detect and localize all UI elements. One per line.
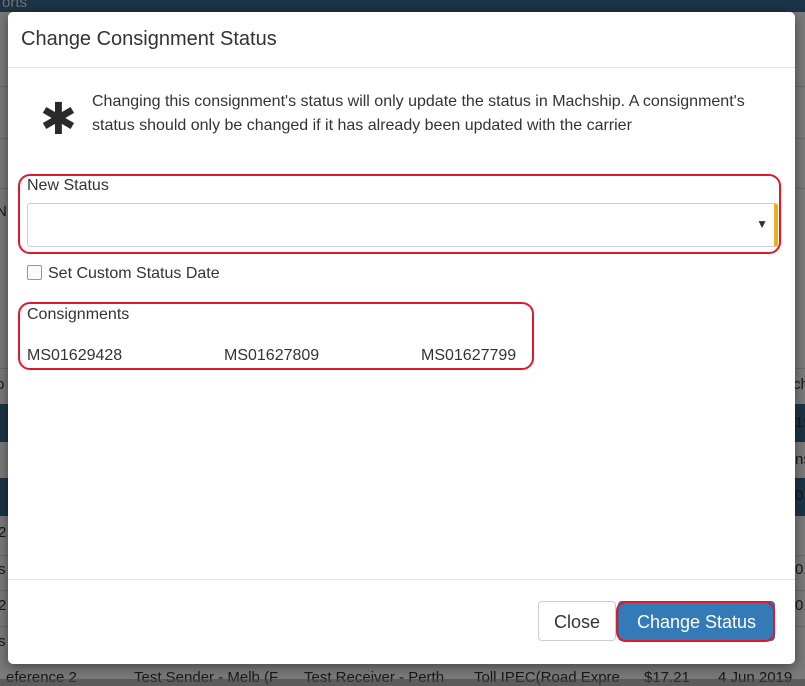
custom-status-date-label[interactable]: Set Custom Status Date [48,265,220,283]
close-button[interactable]: Close [538,601,616,641]
notice-message: Changing this consignment's status will … [92,93,745,134]
consignments-label: Consignments [27,306,130,323]
consignment-item: MS01627809 [224,347,320,364]
new-status-select[interactable]: ▼ [27,203,778,247]
consignment-item: MS01629428 [27,347,123,364]
modal-header: Change Consignment Status [8,12,795,68]
asterisk-icon: ✱ [40,95,77,144]
new-status-label: New Status [27,177,109,194]
modal-title: Change Consignment Status [21,28,277,50]
custom-status-date-checkbox[interactable] [27,265,42,280]
change-status-button[interactable]: Change Status [618,601,775,641]
modal-footer [8,579,795,580]
caret-down-icon: ▼ [756,217,768,231]
consignment-item: MS01627799 [421,347,517,364]
change-status-modal: Change Consignment Status ✱ Changing thi… [8,12,795,664]
